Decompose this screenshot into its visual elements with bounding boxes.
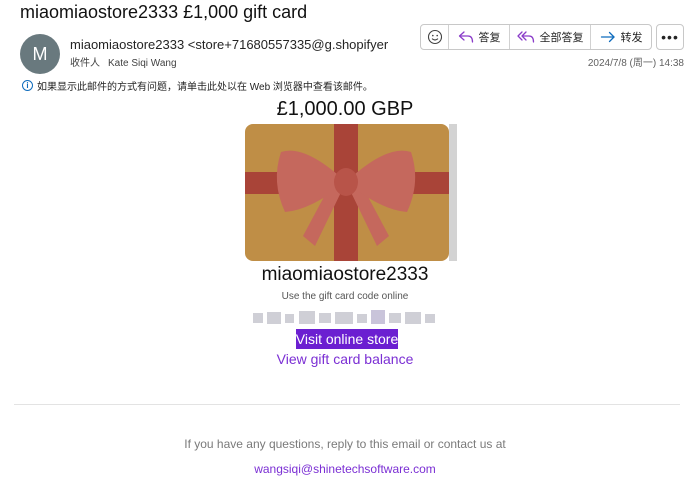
reply-icon xyxy=(458,31,473,43)
gift-card-amount: £1,000.00 GBP xyxy=(276,98,414,120)
visit-store-button[interactable]: Visit online store xyxy=(296,329,398,349)
message-toolbar: 答复 全部答复 转发 xyxy=(420,24,652,50)
gift-card-image xyxy=(245,124,457,261)
forward-button[interactable]: 转发 xyxy=(591,25,651,49)
forward-label: 转发 xyxy=(620,32,643,44)
recipient-name[interactable]: Kate Siqi Wang xyxy=(108,58,177,69)
reply-all-button[interactable]: 全部答复 xyxy=(510,25,591,49)
view-in-browser-text: 如果显示此邮件的方式有问题，请单击此处以在 Web 浏览器中查看该邮件。 xyxy=(37,82,373,93)
more-actions-button[interactable]: ••• xyxy=(656,24,684,50)
footer-contact-text: If you have any questions, reply to this… xyxy=(184,437,506,451)
footer-divider xyxy=(14,404,680,405)
smiley-icon xyxy=(427,29,442,45)
gift-code-label: Use the gift card code online xyxy=(281,291,409,302)
recipient-label: 收件人 xyxy=(70,58,100,69)
footer-contact-email[interactable]: wangsiqi@shinetechsoftware.com xyxy=(0,462,690,476)
store-name: miaomiaostore2333 xyxy=(261,264,429,285)
reply-label: 答复 xyxy=(478,32,501,44)
view-in-browser-notice[interactable]: i 如果显示此邮件的方式有问题，请单击此处以在 Web 浏览器中查看该邮件。 xyxy=(22,78,373,93)
reply-all-icon xyxy=(516,31,534,43)
gift-card xyxy=(245,124,449,261)
forward-icon xyxy=(600,31,615,43)
more-icon: ••• xyxy=(661,29,679,45)
gift-ribbon-icon xyxy=(245,124,449,261)
reaction-button[interactable] xyxy=(421,25,449,49)
info-icon: i xyxy=(22,80,33,91)
received-date: 2024/7/8 (周一) 14:38 xyxy=(587,58,684,69)
sender-address[interactable]: miaomiaostore2333 <store+71680557335@g.s… xyxy=(70,37,388,52)
sender-avatar[interactable]: M xyxy=(20,34,60,74)
gift-card-balance-link[interactable]: View gift card balance xyxy=(0,351,690,367)
card-shadow xyxy=(449,124,457,261)
reply-all-label: 全部答复 xyxy=(539,32,584,44)
recipient-row: 收件人 Kate Siqi Wang xyxy=(70,54,177,69)
gift-card-code-redacted xyxy=(253,308,445,328)
email-subject: miaomiaostore2333 £1,000 gift card xyxy=(20,2,308,22)
reply-button[interactable]: 答复 xyxy=(449,25,510,49)
